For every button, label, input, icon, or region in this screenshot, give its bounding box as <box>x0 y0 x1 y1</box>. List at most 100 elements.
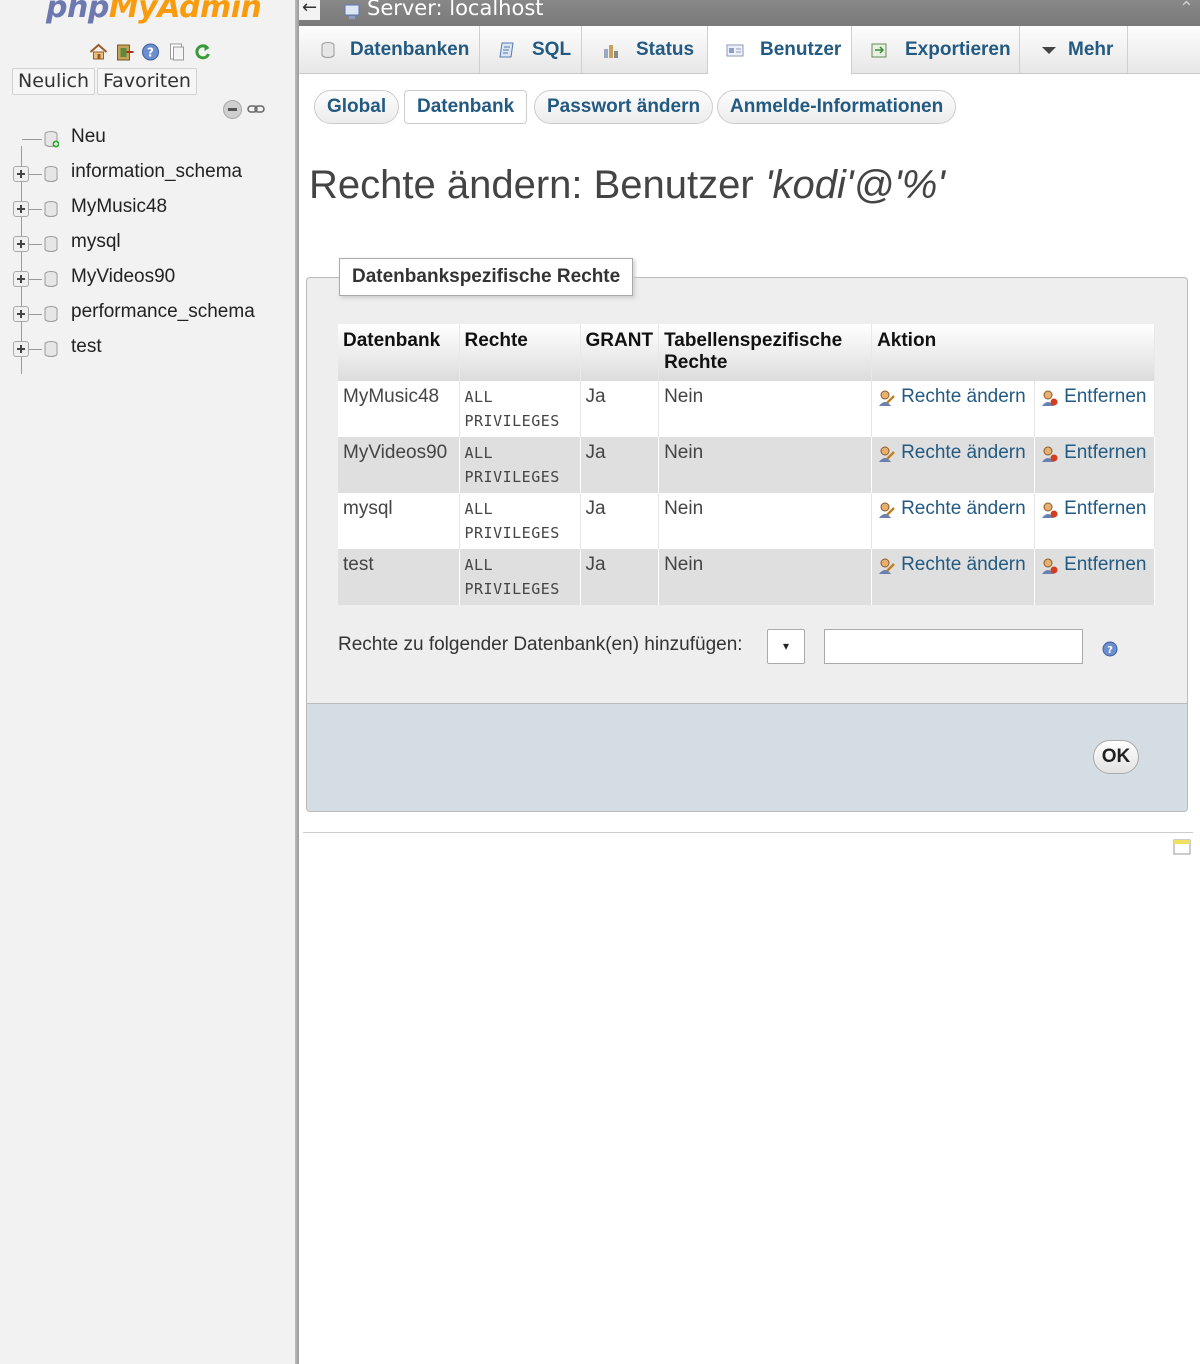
expand-icon[interactable] <box>13 201 29 217</box>
cell-database: MyVideos90 <box>338 437 460 493</box>
logo-php: php <box>46 0 109 25</box>
expand-icon[interactable] <box>13 341 29 357</box>
tab-label: Datenbanken <box>350 39 470 60</box>
tree-item-test[interactable]: test <box>0 332 290 366</box>
database-icon <box>44 236 58 252</box>
tree-item-mysql[interactable]: mysql <box>0 227 290 261</box>
back-arrow-icon[interactable]: ← <box>299 0 320 20</box>
database-name-input[interactable] <box>824 629 1083 664</box>
database-select[interactable]: ▾ <box>767 629 805 664</box>
cell-grant: Ja <box>580 493 660 549</box>
edit-privileges-label: Rechte ändern <box>901 554 1026 575</box>
main-menu: Datenbanken SQL Status Benutzer Exportie… <box>299 26 1200 75</box>
cell-privileges: ALL PRIVILEGES <box>459 493 581 549</box>
edit-privileges-label: Rechte ändern <box>901 498 1026 519</box>
title-user: 'kodi'@'%' <box>764 163 945 207</box>
caret-down-icon <box>1042 47 1056 54</box>
cell-table-privileges: Nein <box>658 549 873 605</box>
remove-label: Entfernen <box>1064 554 1147 575</box>
cell-grant: Ja <box>580 437 660 493</box>
remove-link[interactable]: Entfernen <box>1034 549 1155 605</box>
tree-item-information-schema[interactable]: information_schema <box>0 157 290 191</box>
console-icon[interactable] <box>1173 838 1191 856</box>
tree-item-label: MyMusic48 <box>71 196 168 217</box>
subtab-anmelde-informationen[interactable]: Anmelde-Informationen <box>717 90 957 124</box>
edit-privileges-link[interactable]: Rechte ändern <box>871 437 1036 493</box>
tree-item-label: MyVideos90 <box>71 266 176 287</box>
reload-icon[interactable] <box>192 42 213 62</box>
table-row: test ALL PRIVILEGES Ja Nein Rechte änder… <box>338 549 1155 605</box>
tree-item-label: performance_schema <box>71 301 255 322</box>
sql-icon <box>499 42 514 58</box>
tree-item-label: test <box>71 336 102 357</box>
subtab-datenbank[interactable]: Datenbank <box>404 90 528 124</box>
phpmyadmin-logo[interactable]: phpMyAdmin <box>46 0 262 25</box>
server-icon <box>344 4 360 19</box>
subtab-passwort-aendern[interactable]: Passwort ändern <box>534 90 714 124</box>
expand-icon[interactable] <box>13 271 29 287</box>
edit-privileges-icon <box>879 446 895 462</box>
edit-privileges-icon <box>879 558 895 574</box>
nav-resize-handle[interactable] <box>295 0 299 1364</box>
remove-link[interactable]: Entfernen <box>1034 493 1155 549</box>
logout-icon[interactable] <box>114 42 135 62</box>
tab-label: Status <box>636 39 695 60</box>
tab-status[interactable]: Status <box>582 26 708 74</box>
remove-user-icon <box>1042 390 1058 406</box>
remove-link[interactable]: Entfernen <box>1034 381 1155 437</box>
tree-item-performance-schema[interactable]: performance_schema <box>0 297 290 331</box>
tab-label: Exportieren <box>905 39 1011 60</box>
tab-label: Mehr <box>1068 39 1114 60</box>
edit-privileges-link[interactable]: Rechte ändern <box>871 549 1036 605</box>
add-privileges-label: Rechte zu folgender Datenbank(en) hinzuf… <box>338 634 743 655</box>
new-database-icon <box>44 131 59 148</box>
status-icon <box>604 45 618 58</box>
page-title: Rechte ändern: Benutzer 'kodi'@'%' <box>309 163 945 208</box>
tree-item-label: mysql <box>71 231 121 252</box>
collapse-all-button[interactable] <box>223 100 242 119</box>
tree-item-mymusic48[interactable]: MyMusic48 <box>0 192 290 226</box>
remove-link[interactable]: Entfernen <box>1034 437 1155 493</box>
cell-grant: Ja <box>580 549 660 605</box>
edit-privileges-link[interactable]: Rechte ändern <box>871 381 1036 437</box>
edit-privileges-label: Rechte ändern <box>901 386 1026 407</box>
tab-favoriten[interactable]: Favoriten <box>97 68 197 95</box>
cell-database: mysql <box>338 493 460 549</box>
column-header: Rechte <box>459 324 581 381</box>
tab-datenbanken[interactable]: Datenbanken <box>299 26 480 74</box>
scroll-top-icon[interactable]: ⌃ <box>1179 0 1194 19</box>
table-row: MyVideos90 ALL PRIVILEGES Ja Nein Rechte… <box>338 437 1155 493</box>
column-header[interactable]: Datenbank <box>338 324 460 381</box>
tree-item-myvideos90[interactable]: MyVideos90 <box>0 262 290 296</box>
column-header: Tabellenspezifische Rechte <box>658 324 873 381</box>
remove-user-icon <box>1042 558 1058 574</box>
help-icon[interactable]: ? <box>140 42 161 62</box>
database-icon <box>44 166 58 182</box>
server-link[interactable]: Server: localhost <box>367 0 544 20</box>
tab-sql[interactable]: SQL <box>480 26 582 74</box>
tree-item-new[interactable]: Neu <box>0 122 290 156</box>
edit-privileges-icon <box>879 502 895 518</box>
title-prefix: Rechte ändern: Benutzer <box>309 163 765 207</box>
cell-privileges: ALL PRIVILEGES <box>459 437 581 493</box>
table-row: mysql ALL PRIVILEGES Ja Nein Rechte ände… <box>338 493 1155 549</box>
docs-icon[interactable] <box>166 42 187 62</box>
edit-privileges-link[interactable]: Rechte ändern <box>871 493 1036 549</box>
tab-benutzer[interactable]: Benutzer <box>708 26 852 75</box>
tab-neulich[interactable]: Neulich <box>12 68 95 95</box>
tab-exportieren[interactable]: Exportieren <box>852 26 1020 74</box>
expand-icon[interactable] <box>13 236 29 252</box>
expand-icon[interactable] <box>13 166 29 182</box>
export-icon <box>871 43 887 58</box>
tab-mehr[interactable]: Mehr <box>1020 26 1128 74</box>
subtab-global[interactable]: Global <box>314 90 400 124</box>
help-icon[interactable]: ? <box>1101 640 1119 658</box>
link-with-main-icon[interactable] <box>247 102 265 116</box>
home-icon[interactable] <box>88 42 109 62</box>
divider <box>303 832 1193 833</box>
expand-icon[interactable] <box>13 306 29 322</box>
column-header: Aktion <box>871 324 1155 381</box>
cell-grant: Ja <box>580 381 660 437</box>
ok-button[interactable]: OK <box>1093 740 1139 774</box>
svg-text:?: ? <box>147 46 154 60</box>
